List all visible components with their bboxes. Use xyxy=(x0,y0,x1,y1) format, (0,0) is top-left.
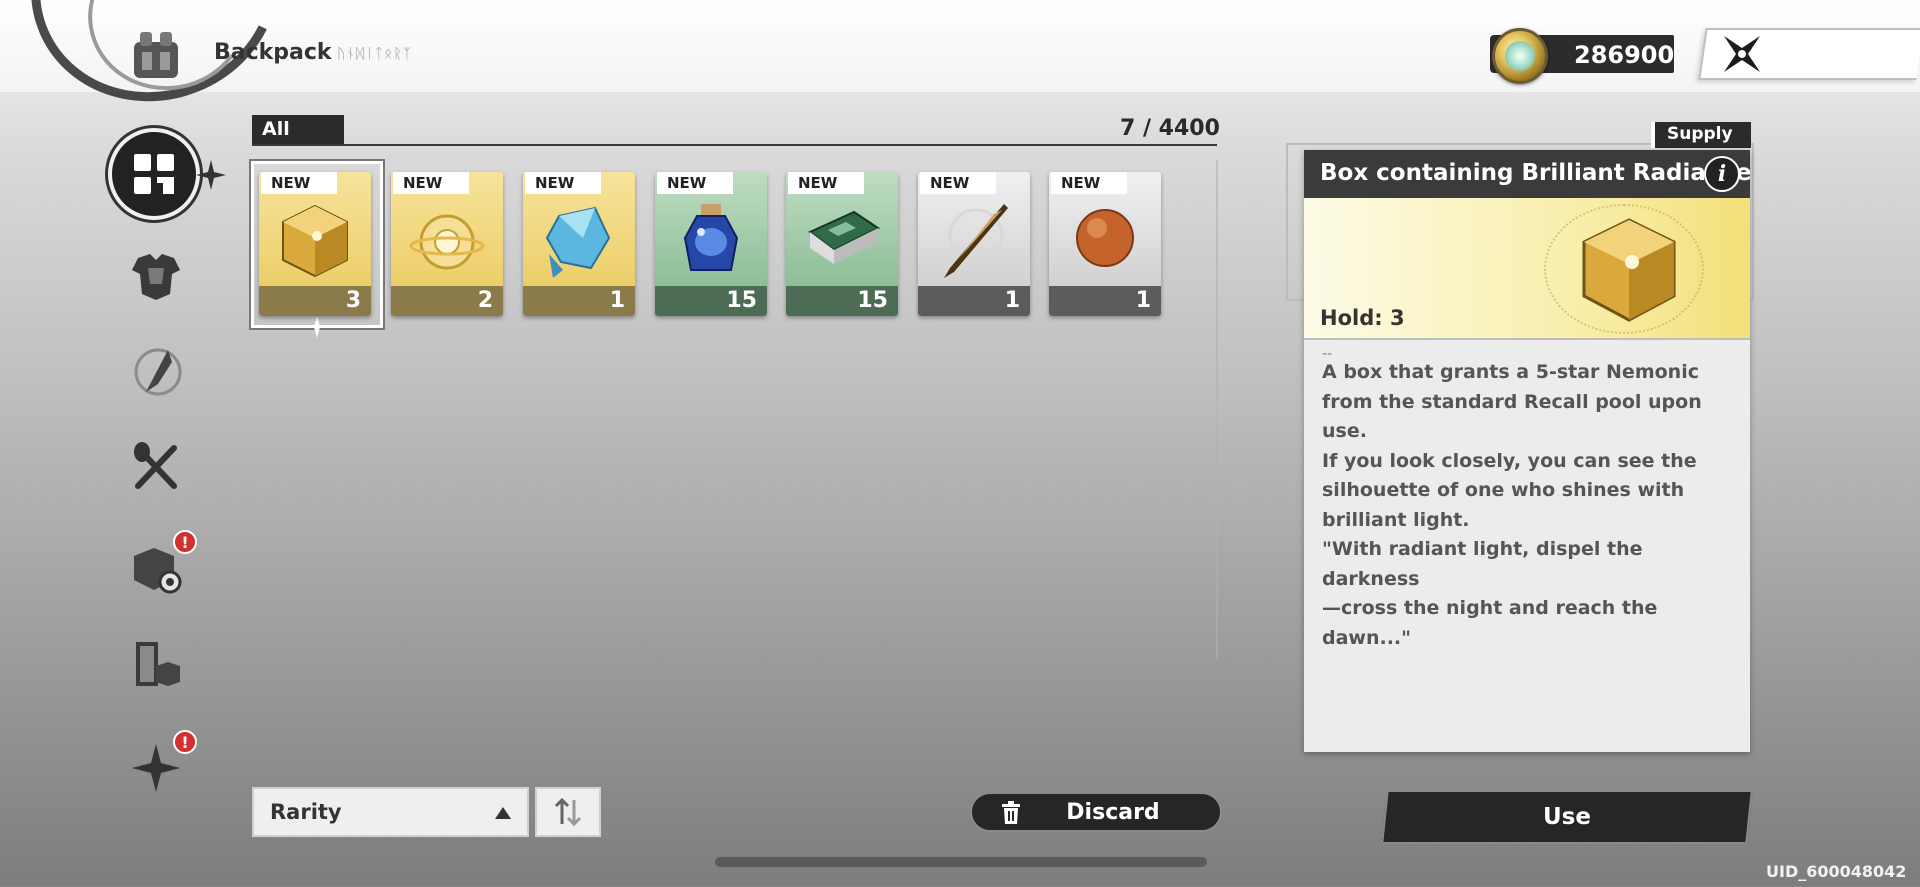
coin-icon xyxy=(1492,28,1548,84)
page-title-script: ᚢᚾᛞᛁᛏᛟᚱᛉ xyxy=(337,46,413,62)
item-slot[interactable]: NEW 15 xyxy=(786,172,898,316)
book-icon xyxy=(808,210,880,264)
detail-divider xyxy=(1304,338,1750,340)
golden-cube-icon xyxy=(1582,218,1676,322)
new-badge: NEW xyxy=(1051,172,1127,194)
item-slot[interactable]: NEW 1 xyxy=(918,172,1030,316)
blue-crystal-icon xyxy=(545,206,611,278)
golden-cube-icon xyxy=(282,204,348,278)
filter-divider xyxy=(252,144,1217,146)
item-hold-count: Hold: 3 xyxy=(1320,306,1405,330)
item-quantity: 1 xyxy=(523,286,635,316)
new-badge: NEW xyxy=(525,172,601,194)
item-category-tag: Supply xyxy=(1651,122,1751,148)
backpack-icon xyxy=(134,32,178,78)
sort-order-icon xyxy=(554,798,582,826)
door-box-icon xyxy=(136,642,180,686)
item-slot[interactable]: NEW 2 xyxy=(391,172,503,316)
sparkle-icon xyxy=(196,160,226,190)
armor-icon xyxy=(132,254,180,300)
item-slot[interactable]: NEW 15 xyxy=(655,172,767,316)
item-quantity: 3 xyxy=(259,286,371,316)
trash-icon xyxy=(1002,801,1020,824)
feather-icon xyxy=(134,348,182,396)
selection-marker-icon xyxy=(314,316,320,338)
sort-dropdown-label: Rarity xyxy=(270,800,342,824)
user-id: UID_600048042 xyxy=(1766,862,1907,881)
item-count: 7 / 4400 xyxy=(1120,116,1220,141)
item-slot[interactable]: NEW 1 xyxy=(1049,172,1161,316)
golden-orb-icon xyxy=(409,214,485,270)
top-bar: Backpack ᚢᚾᛞᛁᛏᛟᚱᛉ 286900 xyxy=(0,0,1920,136)
quill-icon xyxy=(944,204,1008,278)
sort-order-toggle-button[interactable] xyxy=(535,787,601,837)
sort-dropdown[interactable]: Rarity xyxy=(252,787,529,837)
item-quantity: 1 xyxy=(1049,286,1161,316)
new-badge: NEW xyxy=(920,172,996,194)
grid-icon xyxy=(134,154,174,194)
sidebar-item-armor[interactable] xyxy=(126,246,186,306)
item-detail-name: Box containing Brilliant Radiance xyxy=(1304,150,1750,198)
use-button-label: Use xyxy=(1543,804,1591,830)
item-quantity: 15 xyxy=(655,286,767,316)
discard-button-label: Discard xyxy=(1066,799,1160,825)
new-badge: NEW xyxy=(788,172,864,194)
item-quantity: 2 xyxy=(391,286,503,316)
item-slot[interactable]: NEW 3 xyxy=(259,172,371,316)
currency-value: 286900 xyxy=(1574,41,1675,69)
potion-jar-icon xyxy=(683,204,739,271)
utensils-icon xyxy=(134,442,177,489)
item-slot[interactable]: NEW 1 xyxy=(523,172,635,316)
new-badge: NEW xyxy=(393,172,469,194)
item-quantity: 15 xyxy=(786,286,898,316)
info-icon[interactable]: i xyxy=(1704,156,1740,192)
page-title: Backpack xyxy=(214,40,332,65)
item-description: A box that grants a 5-star Nemonic from … xyxy=(1322,361,1702,649)
item-detail-card: Box containing Brilliant Radiance i Hold… xyxy=(1304,150,1750,752)
home-indicator[interactable] xyxy=(715,857,1207,867)
alert-badge-gear-boxes: ! xyxy=(173,530,197,554)
sidebar-item-food[interactable] xyxy=(126,436,186,496)
item-quantity: 1 xyxy=(918,286,1030,316)
close-icon[interactable] xyxy=(1718,30,1766,78)
discard-button[interactable]: Discard xyxy=(970,792,1222,832)
new-badge: NEW xyxy=(657,172,733,194)
sidebar-item-materials[interactable] xyxy=(126,340,186,400)
sidebar-item-furniture[interactable] xyxy=(126,634,186,694)
filter-tab-all[interactable]: All xyxy=(252,115,344,145)
use-button[interactable]: Use xyxy=(1381,790,1753,844)
chevron-up-icon xyxy=(495,807,511,819)
copper-ball-icon xyxy=(1076,209,1134,267)
alert-badge-special: ! xyxy=(173,730,197,754)
sidebar-item-all-items[interactable] xyxy=(108,128,200,220)
grid-divider xyxy=(1216,160,1218,660)
new-badge: NEW xyxy=(261,172,337,194)
